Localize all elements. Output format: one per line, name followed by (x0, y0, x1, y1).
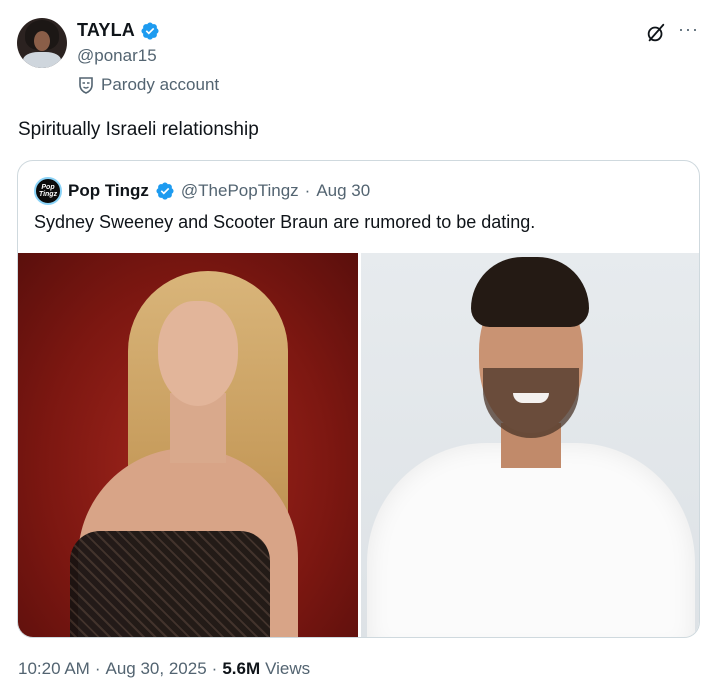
quoted-tweet[interactable]: Pop Tingz Pop Tingz @ThePopTingz · Aug 3… (17, 160, 700, 638)
photo-face (158, 301, 238, 406)
quoted-author-name[interactable]: Pop Tingz (68, 181, 149, 201)
tweet-meta: 10:20 AM · Aug 30, 2025 · 5.6M Views (18, 659, 310, 679)
avatar-face (34, 31, 50, 51)
parody-label: Parody account (78, 75, 219, 95)
meta-separator: · (211, 659, 218, 678)
parody-label-text: Parody account (101, 75, 220, 94)
verified-badge-icon (141, 21, 159, 40)
author-display-name[interactable]: TAYLA (77, 20, 135, 41)
quoted-date[interactable]: Aug 30 (316, 181, 370, 201)
author-name-row: TAYLA (77, 20, 160, 41)
tweet-text: Spiritually Israeli relationship (18, 119, 259, 140)
photo-smile (513, 393, 549, 403)
tweet-date[interactable]: Aug 30, 2025 (106, 659, 207, 679)
more-options-icon[interactable]: ··· (678, 20, 699, 38)
verified-badge-icon (156, 182, 174, 200)
quoted-author-handle[interactable]: @ThePopTingz (181, 181, 299, 201)
quoted-author-avatar[interactable]: Pop Tingz (34, 177, 62, 205)
media-photo-woman[interactable] (18, 253, 358, 637)
photo-hair (471, 257, 589, 327)
avatar-shirt (23, 52, 61, 68)
views-count: 5.6M (222, 659, 261, 678)
grok-icon[interactable] (645, 22, 667, 44)
quoted-media (18, 253, 699, 637)
quoted-tweet-header: Pop Tingz Pop Tingz @ThePopTingz · Aug 3… (34, 177, 370, 205)
parody-mask-icon (79, 77, 93, 94)
author-handle[interactable]: @ponar15 (77, 46, 157, 66)
quoted-separator: · (304, 181, 311, 200)
photo-dress (70, 531, 270, 637)
views-label: Views (265, 659, 311, 678)
tweet: TAYLA @ponar15 Parody account ··· Spirit… (0, 0, 716, 696)
author-avatar[interactable] (17, 18, 67, 68)
meta-separator: · (94, 659, 101, 678)
photo-beard (483, 368, 579, 438)
photo-tshirt (367, 443, 695, 637)
media-photo-man[interactable] (361, 253, 699, 637)
tweet-time[interactable]: 10:20 AM (18, 659, 90, 679)
quoted-tweet-text: Sydney Sweeney and Scooter Braun are rum… (34, 212, 536, 232)
